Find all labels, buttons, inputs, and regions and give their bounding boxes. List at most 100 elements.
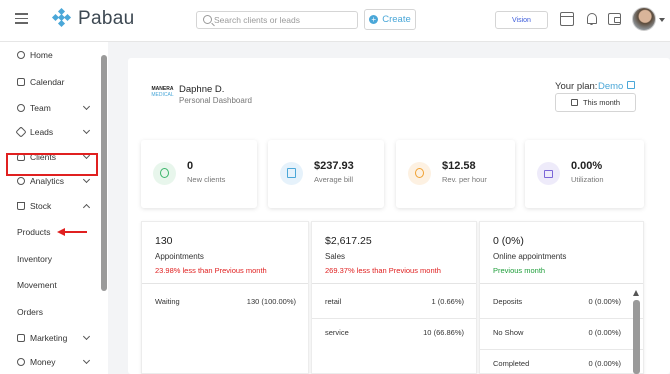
calendar-icon[interactable] (560, 12, 574, 26)
chevron-down-icon (82, 102, 91, 111)
brand-name: Pabau (78, 8, 135, 29)
row-divider (480, 349, 643, 350)
card-value: 0 (0%) (493, 235, 524, 247)
plus-icon: + (369, 15, 379, 24)
chevron-down-icon (82, 126, 91, 135)
appointments-card[interactable]: 130 Appointments 23.98% less than Previo… (141, 221, 309, 374)
sidebar-item-home[interactable]: Home (0, 43, 100, 67)
sidebar-subitem-products[interactable]: Products (17, 227, 51, 237)
sidebar-item-leads[interactable]: Leads (0, 120, 100, 144)
sidebar-subitem-inventory[interactable]: Inventory (17, 254, 52, 264)
calendar-icon (570, 99, 578, 106)
sidebar-item-label: Team (30, 103, 51, 113)
table-row: service 10 (66.86%) (325, 328, 464, 348)
card-label: Appointments (155, 252, 204, 261)
create-button[interactable]: + Create (364, 9, 416, 30)
row-value: 10 (66.86%) (423, 328, 464, 337)
sidebar-item-label: Home (30, 50, 53, 60)
stat-card-rev-per-hour[interactable]: $12.58 Rev. per hour (396, 140, 515, 208)
card-compare: Previous month (493, 266, 546, 275)
card-label: Online appointments (493, 252, 567, 261)
stat-label: New clients (187, 175, 226, 184)
sidebar-item-label: Stock (30, 201, 52, 211)
team-icon (17, 104, 25, 112)
card-compare: 23.98% less than Previous month (155, 266, 267, 275)
row-name: No Show (493, 328, 524, 337)
content-scrollbar[interactable] (633, 290, 640, 374)
external-link-icon[interactable] (627, 81, 635, 89)
stat-card-average-bill[interactable]: $237.93 Average bill (268, 140, 384, 208)
calendar-icon (17, 78, 25, 86)
wallet-icon[interactable] (608, 13, 621, 25)
revenue-icon (408, 162, 431, 185)
vision-button[interactable]: Vision (495, 11, 548, 29)
menu-icon[interactable] (15, 13, 28, 25)
row-value: 130 (100.00%) (246, 297, 296, 306)
stock-highlight-box (6, 153, 98, 176)
search-input[interactable] (214, 13, 354, 27)
avatar[interactable] (632, 7, 656, 31)
pabau-logo[interactable]: Pabau (51, 7, 135, 30)
sidebar-scrollbar[interactable] (101, 55, 107, 291)
scrollbar-thumb[interactable] (633, 300, 640, 374)
table-row: Completed 0 (0.00%) (493, 359, 621, 374)
dashboard-subtitle: Personal Dashboard (179, 96, 252, 105)
table-row: No Show 0 (0.00%) (493, 328, 621, 348)
chevron-down-icon[interactable] (659, 18, 665, 22)
card-value: $2,617.25 (325, 235, 372, 247)
sidebar-item-marketing[interactable]: Marketing (0, 326, 100, 350)
row-name: Completed (493, 359, 530, 368)
chevron-up-icon (82, 203, 91, 212)
search-icon (203, 15, 212, 24)
card-divider (312, 283, 476, 284)
new-clients-icon (153, 162, 176, 185)
scroll-up-icon[interactable] (633, 290, 639, 296)
chevron-down-icon (82, 175, 91, 184)
row-name: service (325, 328, 349, 337)
table-row: Deposits 0 (0.00%) (493, 297, 621, 317)
stat-card-utilization[interactable]: 0.00% Utilization (525, 140, 644, 208)
period-selector[interactable]: This month (555, 93, 636, 112)
sidebar-item-stock[interactable]: Stock (0, 194, 100, 218)
sidebar-item-team[interactable]: Team (0, 96, 100, 120)
stat-label: Utilization (571, 175, 604, 184)
analytics-icon (17, 177, 25, 185)
home-icon (17, 51, 25, 59)
folder-icon (537, 162, 560, 185)
row-value: 0 (0.00%) (588, 359, 621, 368)
sidebar-item-label: Calendar (30, 77, 65, 87)
plan-label: Your plan: (555, 81, 598, 92)
create-label: Create (382, 14, 411, 25)
user-name: Daphne D. (179, 84, 225, 95)
chevron-down-icon (82, 332, 91, 341)
table-row: retail 1 (0.66%) (325, 297, 464, 317)
sidebar-subitem-orders[interactable]: Orders (17, 307, 43, 317)
sales-card[interactable]: $2,617.25 Sales 269.37% less than Previo… (311, 221, 477, 374)
pabau-logo-mark-icon (51, 7, 72, 29)
leads-icon (15, 126, 27, 138)
stat-card-new-clients[interactable]: 0 New clients (141, 140, 257, 208)
row-name: Deposits (493, 297, 523, 306)
search-box[interactable] (196, 11, 358, 29)
sidebar: Home Calendar Team Leads Clients Analyti… (0, 42, 108, 374)
card-compare: 269.37% less than Previous month (325, 266, 441, 275)
sidebar-item-money[interactable]: Money (0, 350, 100, 374)
row-divider (480, 318, 643, 319)
online-appointments-card[interactable]: 0 (0%) Online appointments Previous mont… (479, 221, 644, 374)
sidebar-subitem-movement[interactable]: Movement (17, 280, 57, 290)
row-name: retail (325, 297, 342, 306)
chevron-down-icon (82, 356, 91, 365)
card-value: 130 (155, 235, 173, 247)
row-divider (312, 318, 476, 319)
marketing-icon (17, 334, 25, 342)
sidebar-item-label: Marketing (30, 333, 68, 343)
bell-icon[interactable] (585, 12, 599, 26)
sidebar-item-label: Analytics (30, 176, 65, 186)
table-row: Waiting 130 (100.00%) (155, 297, 296, 317)
plan-link[interactable]: Demo (598, 81, 623, 92)
card-divider (142, 283, 308, 284)
row-value: 1 (0.66%) (431, 297, 464, 306)
sidebar-item-calendar[interactable]: Calendar (0, 70, 100, 94)
sidebar-item-label: Money (30, 357, 56, 367)
vision-label: Vision (512, 16, 531, 24)
